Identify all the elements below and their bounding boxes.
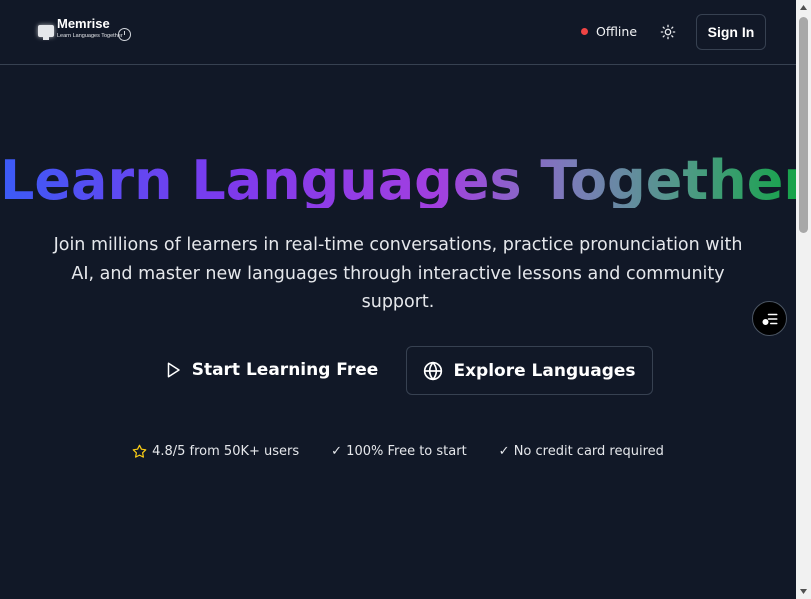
scroll-down-arrow-icon[interactable]: [796, 584, 811, 599]
brand-subtitle: Learn Languages Together: [57, 33, 123, 39]
free-item: ✓ 100% Free to start: [331, 444, 467, 459]
scrollbar[interactable]: [796, 0, 811, 599]
floating-menu-button[interactable]: [752, 301, 787, 336]
brand-logo[interactable]: Memrise Learn Languages Together: [36, 16, 136, 46]
rating-text: 4.8/5 from 50K+ users: [152, 444, 300, 459]
start-learning-button[interactable]: Start Learning Free: [162, 346, 380, 394]
site-header: Memrise Learn Languages Together Offline…: [0, 0, 796, 65]
list-settings-icon: [762, 313, 777, 325]
globe-icon: [424, 360, 443, 381]
status-dot: [581, 28, 588, 35]
explore-languages-button[interactable]: Explore Languages: [406, 346, 653, 395]
rating-item: 4.8/5 from 50K+ users: [132, 444, 299, 459]
explore-languages-label: Explore Languages: [453, 360, 636, 381]
star-icon: [132, 444, 147, 458]
play-icon: [167, 362, 180, 378]
scrollbar-thumb[interactable]: [799, 17, 808, 233]
trust-indicators: 4.8/5 from 50K+ users ✓ 100% Free to sta…: [0, 444, 796, 459]
connection-status: Offline: [581, 24, 637, 39]
status-label: Offline: [596, 24, 638, 39]
sun-icon: [660, 24, 676, 40]
free-text: ✓ 100% Free to start: [331, 444, 467, 459]
clock-icon: [118, 28, 131, 41]
brand-title: Memrise: [57, 16, 110, 31]
theme-toggle-button[interactable]: [658, 22, 678, 42]
sign-in-button[interactable]: Sign In: [696, 14, 766, 50]
monitor-icon: [38, 25, 54, 40]
hero-title: Learn Languages Together: [0, 149, 796, 208]
scroll-up-arrow-icon[interactable]: [796, 0, 811, 15]
no-card-text: ✓ No credit card required: [498, 444, 664, 459]
no-card-item: ✓ No credit card required: [499, 444, 664, 459]
start-learning-label: Start Learning Free: [191, 360, 379, 380]
hero-subtitle: Join millions of learners in real-time c…: [53, 235, 743, 312]
